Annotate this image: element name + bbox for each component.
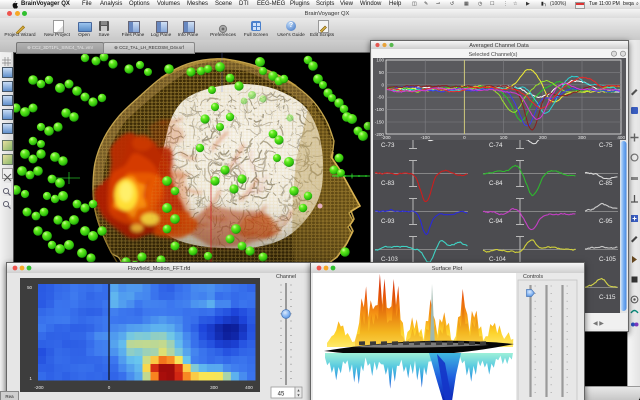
svg-text:Averaged Channel Data: Averaged Channel Data [469,43,529,49]
svg-text:C-73: C-73 [381,142,395,149]
svg-text:Channel: Channel [276,274,296,280]
svg-text:C-75: C-75 [599,142,613,149]
svg-text:C-105: C-105 [599,256,616,263]
svg-text:C-83: C-83 [381,180,395,187]
svg-text:50: 50 [27,285,32,290]
svg-text:-200: -200 [381,135,391,140]
svg-text:100: 100 [376,58,384,63]
svg-text:Flowfield_Motion_FFT.rfd: Flowfield_Motion_FFT.rfd [128,266,191,272]
svg-text:0: 0 [108,385,111,390]
svg-text:300: 300 [578,135,586,140]
svg-text:-150: -150 [375,120,385,125]
svg-text:C-93: C-93 [381,218,395,225]
svg-text:45: 45 [278,392,285,398]
svg-text:C-74: C-74 [489,142,503,149]
svg-text:C-115: C-115 [599,294,616,301]
svg-text:200: 200 [539,135,547,140]
svg-text:400: 400 [617,135,625,140]
svg-text:0: 0 [381,82,384,87]
svg-text:0: 0 [463,135,466,140]
svg-text:Selected Channel(s): Selected Channel(s) [469,52,518,58]
svg-text:C-84: C-84 [489,180,503,187]
svg-text:400: 400 [245,385,253,390]
svg-text:Controls: Controls [523,274,543,280]
svg-text:Surface Plot: Surface Plot [432,266,463,272]
svg-text:-100: -100 [421,135,431,140]
svg-text:50: 50 [379,70,385,75]
svg-text:-100: -100 [375,107,385,112]
svg-text:100: 100 [500,135,508,140]
svg-text:300: 300 [210,385,218,390]
svg-text:◀ ▶: ◀ ▶ [593,321,604,327]
svg-text:▼: ▼ [297,393,301,398]
svg-text:C-95: C-95 [599,218,613,225]
svg-text:-50: -50 [377,95,384,100]
svg-text:-200: -200 [34,385,44,390]
svg-text:C-85: C-85 [599,180,613,187]
svg-text:C-94: C-94 [489,218,503,225]
